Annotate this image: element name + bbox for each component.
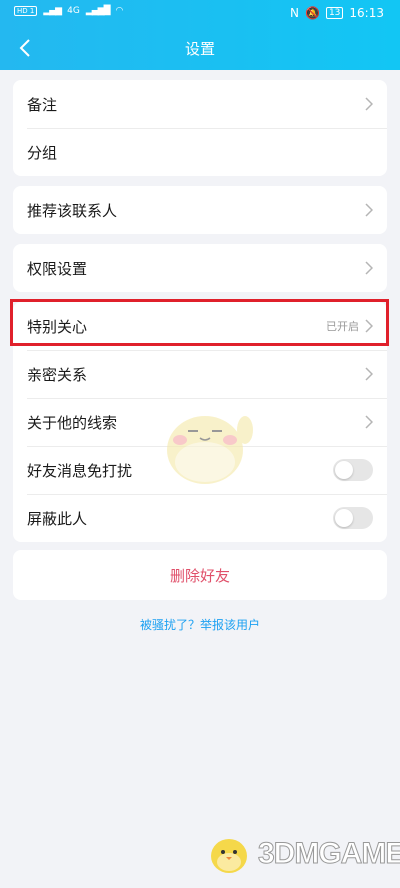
chevron-right-icon	[365, 97, 373, 111]
watermark-bird-icon	[211, 839, 247, 873]
card-permissions: 权限设置	[13, 244, 387, 292]
chevron-right-icon	[365, 367, 373, 381]
mute-toggle[interactable]	[333, 459, 373, 481]
wifi-icon: ◠	[115, 6, 124, 16]
card-remark-group: 备注 分组	[13, 80, 387, 176]
clock-time: 16:13	[349, 6, 384, 20]
row-label: 关于他的线索	[27, 413, 118, 432]
chevron-right-icon	[365, 203, 373, 217]
report-user-link[interactable]: 被骚扰了？举报该用户	[0, 616, 400, 633]
row-label: 备注	[27, 95, 58, 114]
row-label: 分组	[27, 143, 58, 162]
row-label: 推荐该联系人	[27, 201, 118, 220]
card-friend-settings: 特别关心 已开启 亲密关系 关于他的线索 好友消息免打扰 屏蔽此人	[13, 302, 387, 542]
row-block-user: 屏蔽此人	[13, 494, 387, 542]
battery-icon: 13	[325, 7, 344, 19]
watermark: 3DMGAME	[206, 832, 400, 876]
row-mute-messages: 好友消息免打扰	[13, 446, 387, 494]
row-intimate-relation[interactable]: 亲密关系	[13, 350, 387, 398]
row-label: 权限设置	[27, 259, 88, 278]
mute-icon: 🔕	[305, 6, 320, 20]
row-label: 好友消息免打扰	[27, 461, 133, 480]
row-group[interactable]: 分组	[13, 128, 387, 176]
network-label: 4G	[67, 6, 80, 16]
row-label: 亲密关系	[27, 365, 88, 384]
signal-icon: ▂▄▆	[43, 6, 62, 16]
row-permission-settings[interactable]: 权限设置	[13, 244, 387, 292]
block-toggle[interactable]	[333, 507, 373, 529]
card-delete: 删除好友	[13, 550, 387, 600]
signal-icon-2: ▂▄▆█	[85, 6, 111, 16]
delete-friend-button[interactable]: 删除好友	[13, 550, 387, 600]
row-recommend-contact[interactable]: 推荐该联系人	[13, 186, 387, 234]
watermark-text: 3DMGAME	[257, 837, 400, 871]
row-special-care[interactable]: 特别关心 已开启	[13, 302, 387, 350]
header-bar: HD 1 ▂▄▆ 4G ▂▄▆█ ◠ N 🔕 13 16:13 设置	[0, 0, 400, 70]
status-bar: HD 1 ▂▄▆ 4G ▂▄▆█ ◠ N 🔕 13 16:13	[0, 6, 400, 22]
special-care-status: 已开启	[326, 320, 359, 333]
card-recommend: 推荐该联系人	[13, 186, 387, 234]
page-title: 设置	[184, 40, 215, 58]
hd-badge-1: HD 1	[14, 6, 38, 16]
chevron-right-icon	[365, 319, 373, 333]
nfc-icon: N	[290, 6, 299, 20]
chevron-right-icon	[365, 261, 373, 275]
row-label: 特别关心	[27, 317, 88, 336]
row-remark[interactable]: 备注	[13, 80, 387, 128]
row-label: 屏蔽此人	[27, 509, 88, 528]
row-clues[interactable]: 关于他的线索	[13, 398, 387, 446]
chevron-right-icon	[365, 415, 373, 429]
